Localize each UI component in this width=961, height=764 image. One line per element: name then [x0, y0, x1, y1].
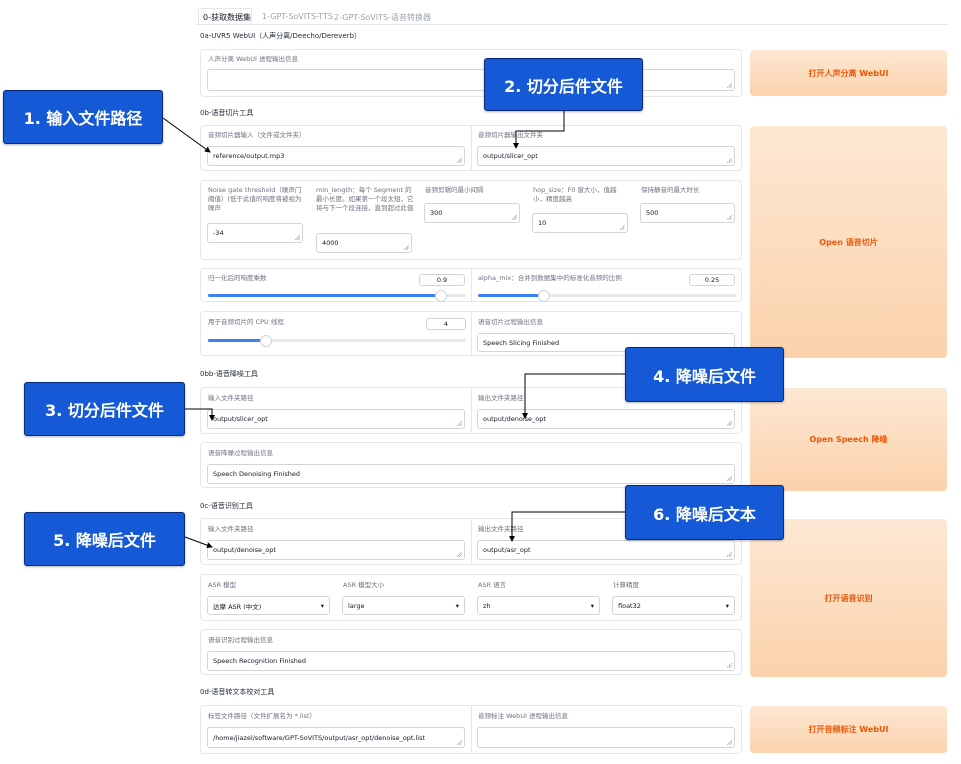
arrow-5	[184, 536, 213, 549]
callout-3: 3. 切分后件文件	[24, 382, 185, 436]
callout-2: 2. 切分后件文件	[484, 58, 643, 111]
arrow-3	[185, 408, 215, 421]
callout-5: 5. 降噪后文件	[24, 512, 185, 566]
arrow-1	[162, 117, 211, 153]
arrow-2	[513, 110, 565, 149]
callout-6: 6. 降噪后文本	[625, 485, 784, 540]
arrow-4	[522, 373, 626, 419]
callout-1: 1. 输入文件路径	[3, 90, 163, 144]
arrow-6	[509, 511, 626, 542]
callout-4: 4. 降噪后文件	[625, 347, 784, 402]
